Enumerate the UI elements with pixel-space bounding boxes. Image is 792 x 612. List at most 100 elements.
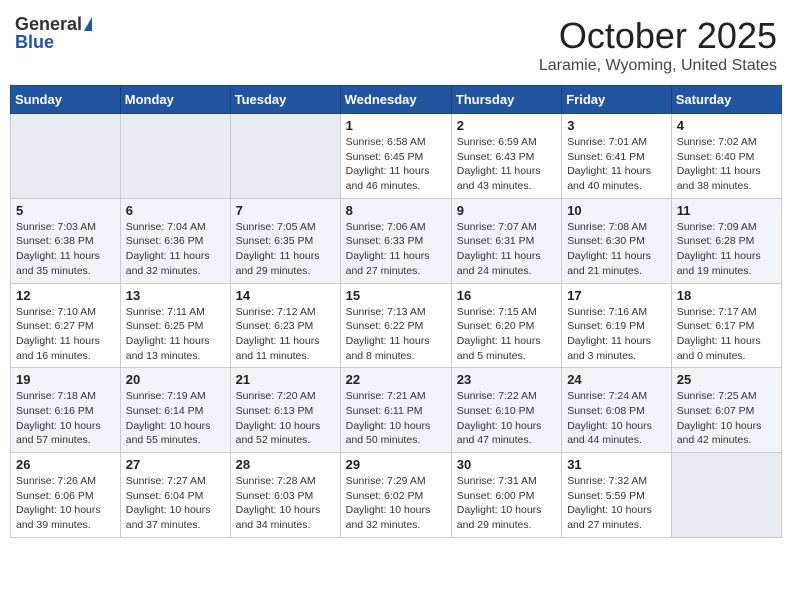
calendar-cell: 14 Sunrise: 7:12 AM Sunset: 6:23 PM Dayli… — [230, 283, 340, 368]
day-info: Sunrise: 7:18 AM Sunset: 6:16 PM Dayligh… — [16, 389, 115, 448]
calendar-cell: 23 Sunrise: 7:22 AM Sunset: 6:10 PM Dayli… — [451, 368, 561, 453]
day-number: 2 — [457, 118, 556, 133]
calendar-cell: 1 Sunrise: 6:58 AM Sunset: 6:45 PM Daylig… — [340, 114, 451, 199]
calendar-header: SundayMondayTuesdayWednesdayThursdayFrid… — [11, 86, 782, 114]
day-info: Sunrise: 7:17 AM Sunset: 6:17 PM Dayligh… — [677, 305, 776, 364]
calendar-cell: 20 Sunrise: 7:19 AM Sunset: 6:14 PM Dayli… — [120, 368, 230, 453]
day-number: 11 — [677, 203, 776, 218]
day-number: 13 — [126, 288, 225, 303]
day-info: Sunrise: 7:10 AM Sunset: 6:27 PM Dayligh… — [16, 305, 115, 364]
day-info: Sunrise: 7:01 AM Sunset: 6:41 PM Dayligh… — [567, 135, 666, 194]
calendar-cell: 6 Sunrise: 7:04 AM Sunset: 6:36 PM Daylig… — [120, 198, 230, 283]
calendar-cell: 9Sunrise: 7:07 AM Sunset: 6:31 PM Daylig… — [451, 198, 561, 283]
day-number: 4 — [677, 118, 776, 133]
day-info: Sunrise: 7:02 AM Sunset: 6:40 PM Dayligh… — [677, 135, 776, 194]
logo-blue-text: Blue — [15, 33, 54, 51]
day-number: 27 — [126, 457, 225, 472]
day-number: 17 — [567, 288, 666, 303]
calendar-cell: 15Sunrise: 7:13 AM Sunset: 6:22 PM Dayli… — [340, 283, 451, 368]
calendar-cell: 11 Sunrise: 7:09 AM Sunset: 6:28 PM Dayli… — [671, 198, 781, 283]
logo: General Blue — [15, 15, 92, 51]
day-number: 3 — [567, 118, 666, 133]
calendar-cell: 3 Sunrise: 7:01 AM Sunset: 6:41 PM Daylig… — [562, 114, 672, 199]
day-info: Sunrise: 7:05 AM Sunset: 6:35 PM Dayligh… — [236, 220, 335, 279]
calendar-cell: 19 Sunrise: 7:18 AM Sunset: 6:16 PM Dayli… — [11, 368, 121, 453]
calendar-cell: 25 Sunrise: 7:25 AM Sunset: 6:07 PM Dayli… — [671, 368, 781, 453]
day-number: 24 — [567, 372, 666, 387]
day-info: Sunrise: 7:11 AM Sunset: 6:25 PM Dayligh… — [126, 305, 225, 364]
day-info: Sunrise: 6:59 AM Sunset: 6:43 PM Dayligh… — [457, 135, 556, 194]
day-number: 19 — [16, 372, 115, 387]
calendar-table: SundayMondayTuesdayWednesdayThursdayFrid… — [10, 85, 782, 538]
calendar-cell — [120, 114, 230, 199]
day-info: Sunrise: 7:07 AM Sunset: 6:31 PM Dayligh… — [457, 220, 556, 279]
calendar-cell — [671, 453, 781, 538]
calendar-cell: 2 Sunrise: 6:59 AM Sunset: 6:43 PM Daylig… — [451, 114, 561, 199]
day-number: 23 — [457, 372, 556, 387]
calendar-cell: 10Sunrise: 7:08 AM Sunset: 6:30 PM Dayli… — [562, 198, 672, 283]
calendar-cell: 24 Sunrise: 7:24 AM Sunset: 6:08 PM Dayli… — [562, 368, 672, 453]
day-info: Sunrise: 7:06 AM Sunset: 6:33 PM Dayligh… — [346, 220, 446, 279]
day-number: 25 — [677, 372, 776, 387]
calendar-cell — [230, 114, 340, 199]
day-info: Sunrise: 7:08 AM Sunset: 6:30 PM Dayligh… — [567, 220, 666, 279]
calendar-cell: 7Sunrise: 7:05 AM Sunset: 6:35 PM Daylig… — [230, 198, 340, 283]
calendar-cell — [11, 114, 121, 199]
day-info: Sunrise: 7:13 AM Sunset: 6:22 PM Dayligh… — [346, 305, 446, 364]
day-info: Sunrise: 7:03 AM Sunset: 6:38 PM Dayligh… — [16, 220, 115, 279]
day-number: 31 — [567, 457, 666, 472]
calendar-week-3: 12Sunrise: 7:10 AM Sunset: 6:27 PM Dayli… — [11, 283, 782, 368]
calendar-cell: 16 Sunrise: 7:15 AM Sunset: 6:20 PM Dayli… — [451, 283, 561, 368]
calendar-cell: 26 Sunrise: 7:26 AM Sunset: 6:06 PM Dayli… — [11, 453, 121, 538]
day-number: 16 — [457, 288, 556, 303]
day-number: 1 — [346, 118, 446, 133]
calendar-cell: 28 Sunrise: 7:28 AM Sunset: 6:03 PM Dayli… — [230, 453, 340, 538]
day-number: 30 — [457, 457, 556, 472]
day-info: Sunrise: 7:26 AM Sunset: 6:06 PM Dayligh… — [16, 474, 115, 533]
day-info: Sunrise: 7:24 AM Sunset: 6:08 PM Dayligh… — [567, 389, 666, 448]
calendar-cell: 30 Sunrise: 7:31 AM Sunset: 6:00 PM Dayli… — [451, 453, 561, 538]
logo-triangle-icon — [84, 17, 92, 31]
weekday-header-wednesday: Wednesday — [340, 86, 451, 114]
calendar-cell: 29Sunrise: 7:29 AM Sunset: 6:02 PM Dayli… — [340, 453, 451, 538]
day-info: Sunrise: 7:27 AM Sunset: 6:04 PM Dayligh… — [126, 474, 225, 533]
calendar-cell: 17Sunrise: 7:16 AM Sunset: 6:19 PM Dayli… — [562, 283, 672, 368]
calendar-week-2: 5 Sunrise: 7:03 AM Sunset: 6:38 PM Daylig… — [11, 198, 782, 283]
day-info: Sunrise: 7:25 AM Sunset: 6:07 PM Dayligh… — [677, 389, 776, 448]
day-number: 20 — [126, 372, 225, 387]
logo-general-text: General — [15, 15, 82, 33]
day-info: Sunrise: 7:22 AM Sunset: 6:10 PM Dayligh… — [457, 389, 556, 448]
day-info: Sunrise: 7:04 AM Sunset: 6:36 PM Dayligh… — [126, 220, 225, 279]
weekday-header-monday: Monday — [120, 86, 230, 114]
month-title: October 2025 — [539, 15, 777, 57]
calendar-week-5: 26 Sunrise: 7:26 AM Sunset: 6:06 PM Dayli… — [11, 453, 782, 538]
day-info: Sunrise: 6:58 AM Sunset: 6:45 PM Dayligh… — [346, 135, 446, 194]
calendar-body: 1 Sunrise: 6:58 AM Sunset: 6:45 PM Daylig… — [11, 114, 782, 538]
day-info: Sunrise: 7:12 AM Sunset: 6:23 PM Dayligh… — [236, 305, 335, 364]
day-number: 18 — [677, 288, 776, 303]
day-number: 14 — [236, 288, 335, 303]
day-number: 5 — [16, 203, 115, 218]
weekday-header-friday: Friday — [562, 86, 672, 114]
day-number: 21 — [236, 372, 335, 387]
title-area: October 2025 Laramie, Wyoming, United St… — [539, 15, 777, 75]
weekday-header-saturday: Saturday — [671, 86, 781, 114]
day-info: Sunrise: 7:21 AM Sunset: 6:11 PM Dayligh… — [346, 389, 446, 448]
day-number: 6 — [126, 203, 225, 218]
day-number: 28 — [236, 457, 335, 472]
day-info: Sunrise: 7:19 AM Sunset: 6:14 PM Dayligh… — [126, 389, 225, 448]
weekday-header-thursday: Thursday — [451, 86, 561, 114]
weekday-header-sunday: Sunday — [11, 86, 121, 114]
calendar-week-4: 19 Sunrise: 7:18 AM Sunset: 6:16 PM Dayli… — [11, 368, 782, 453]
day-info: Sunrise: 7:31 AM Sunset: 6:00 PM Dayligh… — [457, 474, 556, 533]
page-header: General Blue October 2025 Laramie, Wyomi… — [10, 10, 782, 75]
day-info: Sunrise: 7:15 AM Sunset: 6:20 PM Dayligh… — [457, 305, 556, 364]
calendar-cell: 8 Sunrise: 7:06 AM Sunset: 6:33 PM Daylig… — [340, 198, 451, 283]
day-info: Sunrise: 7:09 AM Sunset: 6:28 PM Dayligh… — [677, 220, 776, 279]
day-number: 22 — [346, 372, 446, 387]
day-number: 8 — [346, 203, 446, 218]
calendar-cell: 13 Sunrise: 7:11 AM Sunset: 6:25 PM Dayli… — [120, 283, 230, 368]
day-number: 26 — [16, 457, 115, 472]
day-info: Sunrise: 7:28 AM Sunset: 6:03 PM Dayligh… — [236, 474, 335, 533]
calendar-cell: 18 Sunrise: 7:17 AM Sunset: 6:17 PM Dayli… — [671, 283, 781, 368]
